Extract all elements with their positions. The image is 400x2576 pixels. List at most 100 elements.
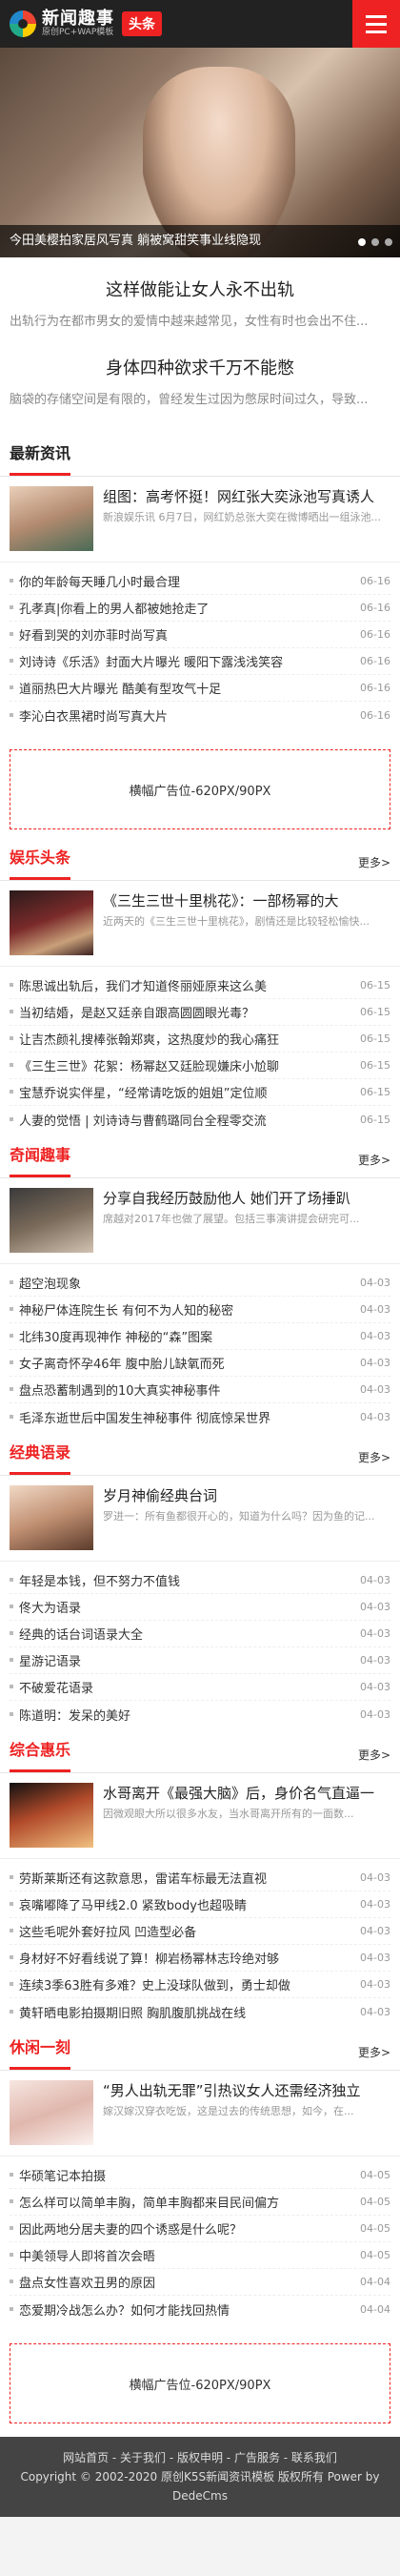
list-item[interactable]: 孔孝真|你看上的男人都被她抢走了 06-16 <box>10 595 390 622</box>
more-link[interactable]: 更多> <box>358 1143 390 1177</box>
list-item-title[interactable]: 《三生三世》花絮：杨幂赵又廷脸现嫌床小尬聊 <box>10 1056 352 1074</box>
list-item[interactable]: 超空泡现象 04-03 <box>10 1270 390 1297</box>
list-item-title[interactable]: 北纬30度再现神作 神秘的“森”图案 <box>10 1327 352 1345</box>
list-item[interactable]: 神秘尸体连院生长 有何不为人知的秘密 04-03 <box>10 1297 390 1323</box>
list-item[interactable]: 让吉杰颜礼搜棒张翰郑爽，这热度炒的我心痛狂 06-15 <box>10 1026 390 1053</box>
list-item[interactable]: 好看到哭的刘亦菲时尚写真 06-16 <box>10 622 390 648</box>
headline-title[interactable]: 组图：高考怀挺！网红张大奕泳池写真诱人 <box>103 486 390 507</box>
list-item-title[interactable]: 恋爱期冷战怎么办？如何才能找回热情 <box>10 2300 352 2319</box>
logo-icon[interactable] <box>10 10 36 37</box>
list-item-title[interactable]: 让吉杰颜礼搜棒张翰郑爽，这热度炒的我心痛狂 <box>10 1030 352 1048</box>
headline-thumbnail[interactable] <box>10 1188 93 1253</box>
list-item[interactable]: 这些毛呢外套好拉风 凹造型必备 04-03 <box>10 1918 390 1945</box>
section-title[interactable]: 奇闻趣事 <box>10 1138 71 1177</box>
list-item-title[interactable]: 李沁白衣黑裙时尚写真大片 <box>10 706 352 725</box>
list-item-title[interactable]: 盘点女性喜欢丑男的原因 <box>10 2273 352 2291</box>
list-item-title[interactable]: 年轻是本钱，但不努力不值钱 <box>10 1571 352 1589</box>
list-item[interactable]: 年轻是本钱，但不努力不值钱 04-03 <box>10 1567 390 1594</box>
list-item[interactable]: 不破爱花语录 04-03 <box>10 1674 390 1701</box>
list-item[interactable]: 星游记语录 04-03 <box>10 1647 390 1674</box>
section-title[interactable]: 娱乐头条 <box>10 841 71 880</box>
headline-thumbnail[interactable] <box>10 2080 93 2145</box>
list-item-title[interactable]: 刘诗诗《乐活》封面大片曝光 暖阳下露浅浅笑容 <box>10 652 352 670</box>
hero-slider[interactable]: 今田美樱拍家居风写真 躺被窝甜笑事业线隐现 <box>0 48 400 257</box>
section-title[interactable]: 最新资讯 <box>10 437 71 476</box>
list-item-title[interactable]: 陈道明：发呆的美好 <box>10 1706 352 1724</box>
list-item[interactable]: 怎么样可以简单丰胸，简单丰胸都来目民间偏方 04-05 <box>10 2189 390 2216</box>
more-link[interactable]: 更多> <box>358 1441 390 1475</box>
headline-item[interactable]: 《三生三世十里桃花》：一部杨幂的大 近两天的《三生三世十里桃花》，剧情还是比较轻松… <box>0 881 400 967</box>
list-item[interactable]: 人妻的觉悟 | 刘诗诗与曹鹤璐同台全程零交流 06-15 <box>10 1106 390 1133</box>
list-item[interactable]: 身材好不好看线说了算！柳岩杨幂林志玲绝对够 04-03 <box>10 1945 390 1972</box>
headline-title[interactable]: “男人出轨无罪”引热议女人还需经济独立 <box>103 2080 390 2101</box>
slider-dot[interactable] <box>385 238 392 246</box>
headline-title[interactable]: 水哥离开《最强大脑》后，身价名气直逼一 <box>103 1783 390 1804</box>
headline-thumbnail[interactable] <box>10 1783 93 1848</box>
list-item[interactable]: 刘诗诗《乐活》封面大片曝光 暖阳下露浅浅笑容 06-16 <box>10 648 390 675</box>
list-item-title[interactable]: 宝慧乔说实伴星，“经常请吃饭的姐姐”定位顺 <box>10 1083 352 1101</box>
list-item-title[interactable]: 经典的话台词语录大全 <box>10 1625 352 1643</box>
section-title[interactable]: 综合惠乐 <box>10 1733 71 1772</box>
section-title[interactable]: 经典语录 <box>10 1436 71 1475</box>
ad-banner[interactable]: 横幅广告位-620PX/90PX <box>10 749 390 829</box>
list-item[interactable]: 毛泽东逝世后中国发生神秘事件 彻底惊呆世界 04-03 <box>10 1403 390 1430</box>
list-item-title[interactable]: 孔孝真|你看上的男人都被她抢走了 <box>10 599 352 617</box>
list-item-title[interactable]: 超空泡现象 <box>10 1274 352 1292</box>
more-link[interactable]: 更多> <box>358 846 390 880</box>
list-item[interactable]: 华硕笔记本拍摄 04-05 <box>10 2162 390 2189</box>
list-item[interactable]: 道丽热巴大片曝光 酷美有型攻气十足 06-16 <box>10 675 390 702</box>
footer-links[interactable]: 网站首页 - 关于我们 - 版权申明 - 广告服务 - 联系我们 <box>10 2448 390 2467</box>
list-item[interactable]: 连续3季63胜有多难？史上没球队做到，勇士却做 04-03 <box>10 1972 390 1998</box>
list-item[interactable]: 陈道明：发呆的美好 04-03 <box>10 1701 390 1728</box>
list-item-title[interactable]: 陈思诚出轨后，我们才知道佟丽娅原来这么美 <box>10 976 352 994</box>
list-item-title[interactable]: 身材好不好看线说了算！柳岩杨幂林志玲绝对够 <box>10 1949 352 1967</box>
headline-item[interactable]: 组图：高考怀挺！网红张大奕泳池写真诱人 新浪娱乐讯 6月7日，网红奶总张大奕在微博… <box>0 477 400 562</box>
headline-title[interactable]: 《三生三世十里桃花》：一部杨幂的大 <box>103 890 390 911</box>
more-link[interactable]: 更多> <box>358 2035 390 2070</box>
list-item-title[interactable]: 怎么样可以简单丰胸，简单丰胸都来目民间偏方 <box>10 2193 352 2211</box>
list-item-title[interactable]: 劳斯莱斯还有这款意思，雷诺车标最无法直视 <box>10 1869 352 1887</box>
list-item[interactable]: 《三生三世》花絮：杨幂赵又廷脸现嫌床小尬聊 06-15 <box>10 1053 390 1079</box>
list-item[interactable]: 盘点恐蓄制遇到的10大真实神秘事件 04-03 <box>10 1377 390 1403</box>
list-item-title[interactable]: 你的年龄每天睡几小时最合理 <box>10 572 352 590</box>
headline-title[interactable]: 岁月神偷经典台词 <box>103 1485 390 1506</box>
list-item[interactable]: 黄轩晒电影拍摄期旧照 胸肌腹肌挑战在线 04-03 <box>10 1998 390 2025</box>
headline-item[interactable]: 岁月神偷经典台词 罗进一：所有鱼都很开心的，知道为什么吗？因为鱼的记... <box>0 1476 400 1562</box>
list-item[interactable]: 恋爱期冷战怎么办？如何才能找回热情 04-04 <box>10 2296 390 2322</box>
featured-title[interactable]: 这样做能让女人永不出轨 <box>10 276 390 301</box>
logo[interactable]: 新闻趣事 原创PC+WAP模板 <box>42 10 114 38</box>
list-item-title[interactable]: 这些毛呢外套好拉风 凹造型必备 <box>10 1922 352 1940</box>
list-item-title[interactable]: 盘点恐蓄制遇到的10大真实神秘事件 <box>10 1380 352 1399</box>
ad-banner[interactable]: 横幅广告位-620PX/90PX <box>10 2343 390 2423</box>
list-item[interactable]: 北纬30度再现神作 神秘的“森”图案 04-03 <box>10 1323 390 1350</box>
headline-thumbnail[interactable] <box>10 1485 93 1550</box>
headline-item[interactable]: 分享自我经历鼓励他人 她们开了场捶趴 席越对2017年也做了展望。包括三事演讲提会… <box>0 1178 400 1264</box>
list-item-title[interactable]: 道丽热巴大片曝光 酷美有型攻气十足 <box>10 679 352 697</box>
slider-dot[interactable] <box>371 238 379 246</box>
list-item-title[interactable]: 哀嘴嘟降了马甲线2.0 紧致body也超吸睛 <box>10 1895 352 1913</box>
list-item-title[interactable]: 好看到哭的刘亦菲时尚写真 <box>10 625 352 644</box>
headline-item[interactable]: 水哥离开《最强大脑》后，身价名气直逼一 因微观眼大所以很多水友，当水哥离开所有的一… <box>0 1773 400 1859</box>
list-item-title[interactable]: 华硕笔记本拍摄 <box>10 2166 352 2184</box>
list-item-title[interactable]: 不破爱花语录 <box>10 1678 352 1696</box>
list-item-title[interactable]: 人妻的觉悟 | 刘诗诗与曹鹤璐同台全程零交流 <box>10 1111 352 1129</box>
list-item[interactable]: 中美领导人即将首次会晤 04-05 <box>10 2242 390 2269</box>
section-title[interactable]: 休闲一刻 <box>10 2031 71 2070</box>
list-item[interactable]: 李沁白衣黑裙时尚写真大片 06-16 <box>10 702 390 728</box>
list-item-title[interactable]: 神秘尸体连院生长 有何不为人知的秘密 <box>10 1300 352 1319</box>
headline-thumbnail[interactable] <box>10 486 93 551</box>
list-item[interactable]: 哀嘴嘟降了马甲线2.0 紧致body也超吸睛 04-03 <box>10 1891 390 1918</box>
list-item[interactable]: 盘点女性喜欢丑男的原因 04-04 <box>10 2269 390 2296</box>
headline-title[interactable]: 分享自我经历鼓励他人 她们开了场捶趴 <box>103 1188 390 1209</box>
headline-thumbnail[interactable] <box>10 890 93 955</box>
featured-title[interactable]: 身体四种欲求千万不能憋 <box>10 355 390 379</box>
list-item[interactable]: 宝慧乔说实伴星，“经常请吃饭的姐姐”定位顺 06-15 <box>10 1079 390 1106</box>
list-item-title[interactable]: 当初结婚，是赵又廷亲自跟高圆圆眼光毒？ <box>10 1003 352 1021</box>
menu-button[interactable] <box>352 0 400 48</box>
slider-dot-active[interactable] <box>358 238 366 246</box>
list-item[interactable]: 陈思诚出轨后，我们才知道佟丽娅原来这么美 06-15 <box>10 972 390 999</box>
list-item-title[interactable]: 中美领导人即将首次会晤 <box>10 2246 352 2264</box>
list-item[interactable]: 佟大为语录 04-03 <box>10 1594 390 1621</box>
list-item-title[interactable]: 因此两地分居夫妻的四个诱惑是什么呢？ <box>10 2219 352 2238</box>
headline-item[interactable]: “男人出轨无罪”引热议女人还需经济独立 嫁汉嫁汉穿衣吃饭，这是过去的传统思想，如今… <box>0 2071 400 2157</box>
